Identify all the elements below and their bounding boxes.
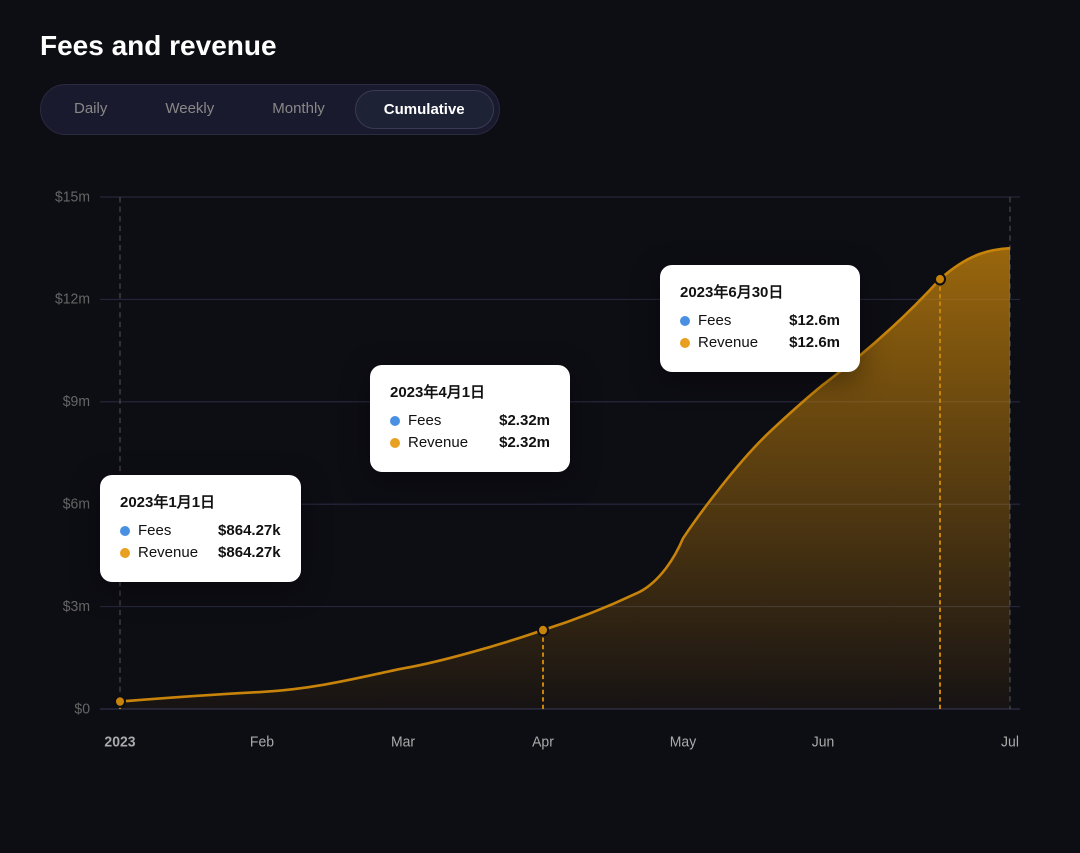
svg-text:Apr: Apr — [532, 734, 554, 751]
tab-daily[interactable]: Daily — [46, 90, 135, 129]
svg-text:May: May — [670, 734, 697, 751]
svg-text:$3m: $3m — [63, 598, 90, 615]
svg-text:$0: $0 — [74, 701, 90, 718]
tab-weekly[interactable]: Weekly — [137, 90, 242, 129]
svg-text:$9m: $9m — [63, 394, 90, 411]
svg-text:$12m: $12m — [55, 291, 90, 308]
svg-text:$6m: $6m — [63, 496, 90, 513]
chart-area: $0 $3m $6m $9m $12m $15m 2023 Feb Mar Ap… — [40, 165, 1040, 805]
svg-text:Mar: Mar — [391, 734, 415, 751]
chart-svg: $0 $3m $6m $9m $12m $15m 2023 Feb Mar Ap… — [40, 165, 1040, 805]
tab-monthly[interactable]: Monthly — [244, 90, 353, 129]
svg-text:Feb: Feb — [250, 734, 274, 751]
svg-text:$15m: $15m — [55, 189, 90, 206]
svg-text:2023: 2023 — [104, 734, 135, 751]
page-title: Fees and revenue — [40, 30, 1040, 62]
svg-text:Jul: Jul — [1001, 734, 1019, 751]
svg-text:Jun: Jun — [812, 734, 835, 751]
tab-bar: Daily Weekly Monthly Cumulative — [40, 84, 500, 135]
tab-cumulative[interactable]: Cumulative — [355, 90, 494, 129]
